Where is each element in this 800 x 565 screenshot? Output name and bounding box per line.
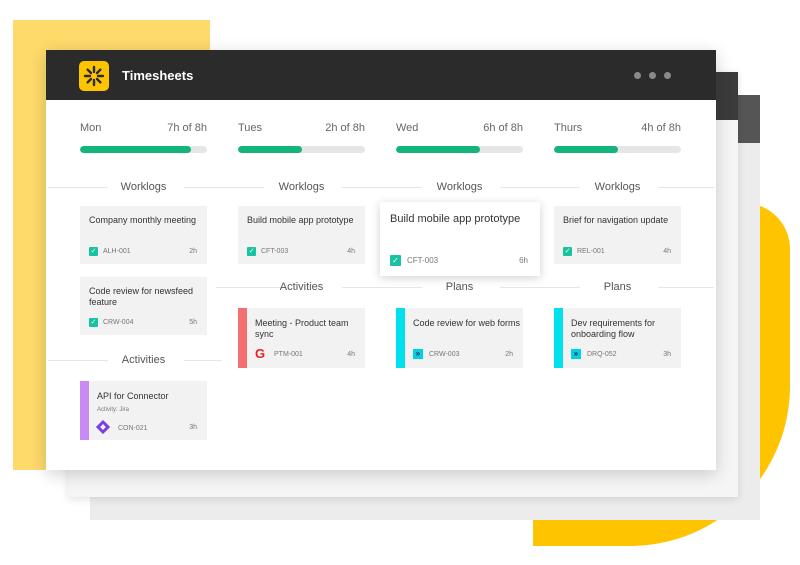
plan-card[interactable]: Dev requirements for onboarding flow » D… xyxy=(554,308,681,368)
worklog-card[interactable]: Company monthly meeting ✓ ALH-001 2h xyxy=(80,206,207,264)
double-chevron-icon: » xyxy=(571,349,581,359)
card-hours: 3h xyxy=(189,424,197,431)
card-title: Meeting - Product team sync xyxy=(255,318,349,339)
checkbox-icon: ✓ xyxy=(390,255,401,266)
jira-icon xyxy=(96,420,110,434)
activity-card[interactable]: API for Connector Activity: Jira CON-021… xyxy=(80,381,207,440)
activity-card[interactable]: Meeting - Product team sync G PTM-001 4h xyxy=(238,308,365,368)
google-icon: G xyxy=(255,346,266,361)
card-subtitle: Activity: Jira xyxy=(97,407,130,413)
card-hours: 2h xyxy=(189,248,197,255)
double-chevron-icon: » xyxy=(413,349,423,359)
card-title: Build mobile app prototype xyxy=(247,215,354,225)
day-name: Mon xyxy=(80,122,102,134)
window-menu-button[interactable] xyxy=(634,72,671,79)
card-hours: 2h xyxy=(505,351,513,358)
day-hours: 7h of 8h xyxy=(167,122,207,134)
card-code: CRW-003 xyxy=(429,351,460,358)
card-code: CFT-003 xyxy=(407,256,439,265)
card-hours: 4h xyxy=(663,248,671,255)
card-hours: 5h xyxy=(189,319,197,326)
card-accent-stripe xyxy=(554,308,563,368)
checkbox-icon: ✓ xyxy=(89,247,98,256)
day-name: Tues xyxy=(238,122,263,134)
card-hours: 3h xyxy=(663,351,671,358)
card-code: PTM-001 xyxy=(274,351,303,358)
card-code: CFT-003 xyxy=(261,248,289,255)
card-hours: 4h xyxy=(347,248,355,255)
card-code: DRQ-052 xyxy=(587,351,617,358)
app-title: Timesheets xyxy=(122,68,194,83)
card-accent-stripe xyxy=(80,381,89,440)
checkbox-icon: ✓ xyxy=(89,318,98,327)
day-name: Wed xyxy=(396,122,419,134)
app-logo-icon xyxy=(79,61,109,91)
card-hours: 4h xyxy=(347,351,355,358)
card-hours: 6h xyxy=(519,256,528,265)
section-plans-wed: Plans xyxy=(445,281,474,293)
day-hours: 4h of 8h xyxy=(641,122,681,134)
dragged-worklog-card[interactable]: Build mobile app prototype ✓ CFT-003 6h xyxy=(380,202,540,276)
card-code: ALH-001 xyxy=(103,248,131,255)
card-accent-stripe xyxy=(238,308,247,368)
plan-card[interactable]: Code review for web forms » CRW-003 2h xyxy=(396,308,523,368)
worklog-card[interactable]: Brief for navigation update ✓ REL-001 4h xyxy=(554,206,681,264)
day-name: Thurs xyxy=(554,122,583,134)
worklog-card[interactable]: Build mobile app prototype ✓ CFT-003 4h xyxy=(238,206,365,264)
section-activities-mon: Activities xyxy=(121,354,166,366)
card-accent-stripe xyxy=(396,308,405,368)
card-code: REL-001 xyxy=(577,248,605,255)
checkbox-icon: ✓ xyxy=(247,247,256,256)
day-hours: 2h of 8h xyxy=(325,122,365,134)
card-title: Brief for navigation update xyxy=(563,215,669,225)
section-worklogs-wed: Worklogs xyxy=(436,181,483,193)
section-activities-tues: Activities xyxy=(279,281,324,293)
worklog-card[interactable]: Code review for newsfeed feature ✓ CRW-0… xyxy=(80,277,207,335)
card-title: Code review for newsfeed feature xyxy=(89,286,194,307)
day-progress xyxy=(396,146,523,153)
card-title: Dev requirements for onboarding flow xyxy=(571,318,656,339)
card-title: Build mobile app prototype xyxy=(390,213,521,225)
section-worklogs-mon: Worklogs xyxy=(120,181,167,193)
card-title: Code review for web forms xyxy=(413,318,521,328)
day-progress xyxy=(80,146,207,153)
card-title: API for Connector xyxy=(97,391,169,401)
title-bar: Timesheets xyxy=(46,50,716,100)
day-hours: 6h of 8h xyxy=(483,122,523,134)
card-code: CRW-004 xyxy=(103,319,134,326)
day-progress xyxy=(554,146,681,153)
section-worklogs-thurs: Worklogs xyxy=(594,181,641,193)
section-plans-thurs: Plans xyxy=(603,281,632,293)
day-progress xyxy=(238,146,365,153)
card-code: CON-021 xyxy=(118,425,148,432)
section-worklogs-tues: Worklogs xyxy=(278,181,325,193)
checkbox-icon: ✓ xyxy=(563,247,572,256)
card-title: Company monthly meeting xyxy=(89,215,197,225)
